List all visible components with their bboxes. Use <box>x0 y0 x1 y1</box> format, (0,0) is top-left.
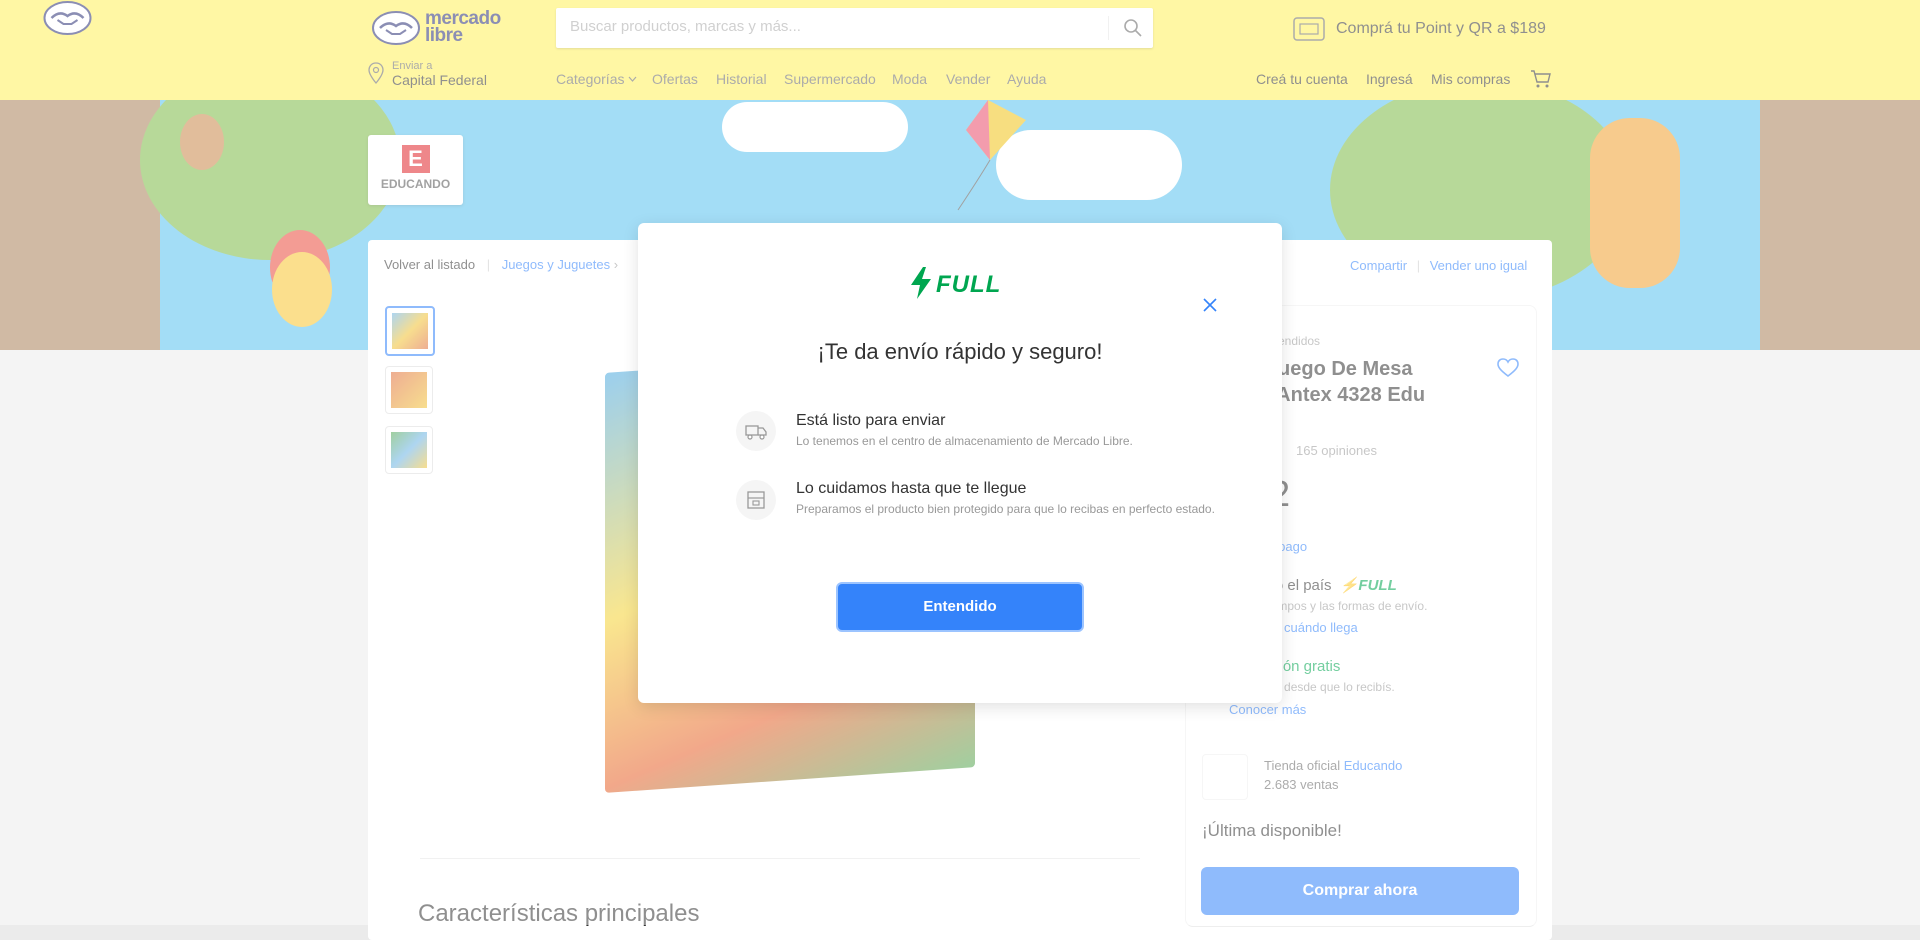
lightning-bolt-icon <box>911 267 931 299</box>
understood-button[interactable]: Entendido <box>836 582 1084 632</box>
truck-icon <box>736 411 776 451</box>
close-icon[interactable] <box>1202 297 1218 313</box>
full-logo-text: FULL <box>936 271 1002 298</box>
feature-1-subtitle: Lo tenemos en el centro de almacenamient… <box>796 434 1133 448</box>
modal-title: ¡Te da envío rápido y seguro! <box>817 339 1103 364</box>
feature-1-title: Está listo para enviar <box>796 412 946 429</box>
full-logo: FULL <box>910 267 1010 301</box>
full-info-modal: FULL ¡Te da envío rápido y seguro! Está … <box>638 223 1282 703</box>
box-icon <box>736 480 776 520</box>
feature-2-subtitle: Preparamos el producto bien protegido pa… <box>796 502 1215 516</box>
feature-2-title: Lo cuidamos hasta que te llegue <box>796 480 1027 497</box>
